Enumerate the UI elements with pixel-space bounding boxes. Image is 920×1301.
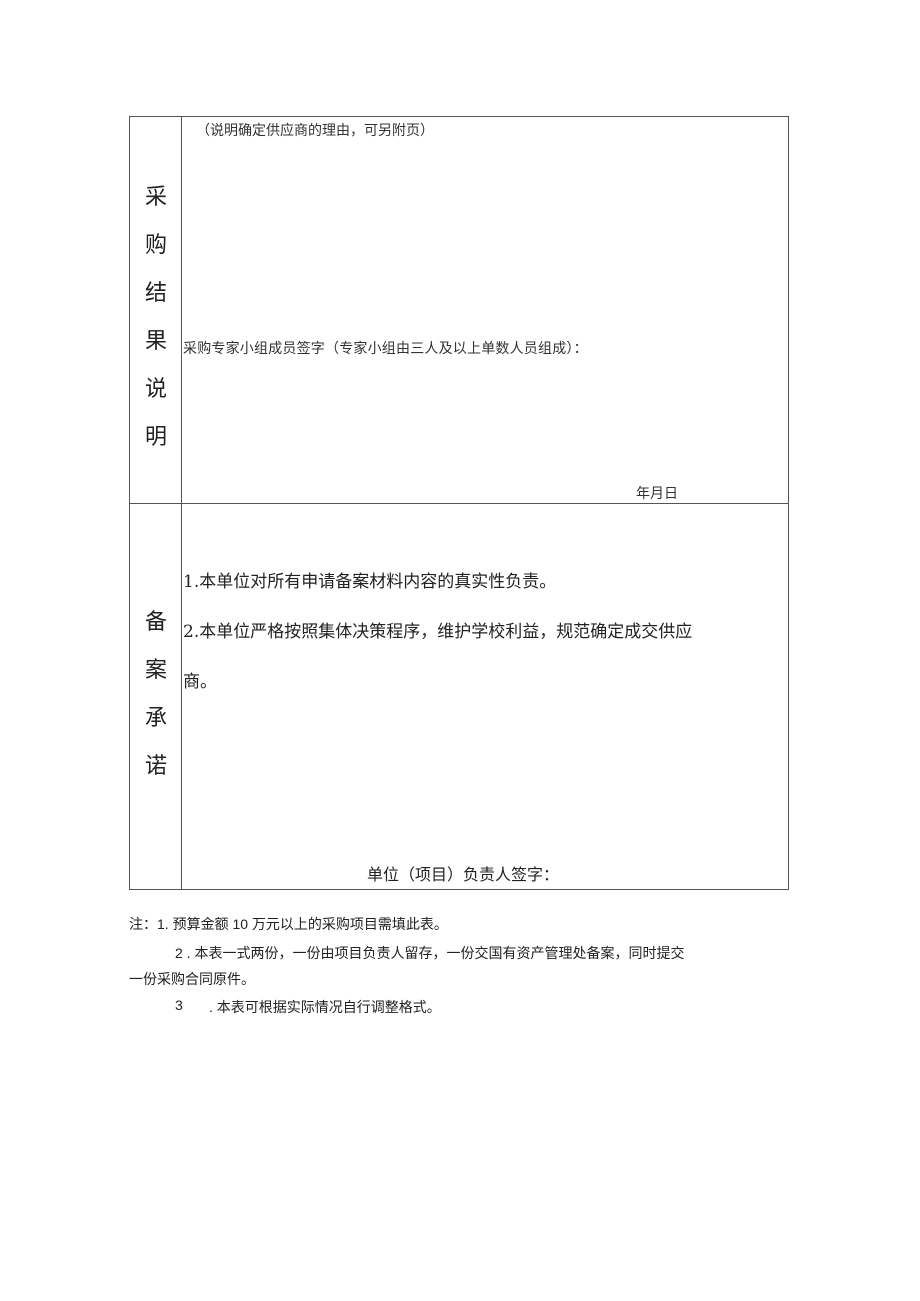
expert-signature-label: 采购专家小组成员签字（专家小组由三人及以上单数人员组成）： (183, 341, 588, 357)
procurement-result-label: 采 购 结 果 说 明 (130, 174, 182, 462)
supplier-reason-instruction: （说明确定供应商的理由，可另附页） (196, 123, 434, 139)
procurement-result-label-cell: 采 购 结 果 说 明 (130, 117, 182, 503)
filing-commitment-label: 备 案 承 诺 (130, 599, 182, 791)
label-char: 备 (144, 610, 167, 635)
label-char: 果 (144, 329, 167, 354)
procurement-result-form-table: 采 购 结 果 说 明 （说明确定供应商的理由，可另附页） 采购专家小组成员签字… (129, 116, 789, 890)
footnote-3: . 本表可根据实际情况自行调整格式。 (209, 999, 441, 1015)
footnote-2-continued: 一份采购合同原件。 (129, 971, 255, 987)
footnote-3-number: 3 (175, 997, 183, 1013)
procurement-result-row: 采 购 结 果 说 明 （说明确定供应商的理由，可另附页） 采购专家小组成员签字… (130, 117, 788, 504)
date-label: 年月日 (636, 486, 678, 502)
document-page: 采 购 结 果 说 明 （说明确定供应商的理由，可另附页） 采购专家小组成员签字… (0, 0, 920, 1301)
leader-signature-label: 单位（项目）负责人签字： (367, 865, 560, 884)
label-char: 采 (144, 185, 167, 210)
procurement-result-content-cell[interactable]: （说明确定供应商的理由，可另附页） 采购专家小组成员签字（专家小组由三人及以上单… (182, 117, 788, 503)
label-char: 案 (144, 658, 167, 683)
filing-commitment-label-cell: 备 案 承 诺 (130, 504, 182, 890)
label-char: 结 (144, 281, 167, 306)
commitment-item-2-continued: 商。 (183, 672, 217, 692)
label-char: 购 (144, 233, 167, 258)
commitment-item-1: 1.本单位对所有申请备案材料内容的真实性负责。 (183, 572, 557, 592)
label-char: 明 (144, 425, 167, 450)
label-char: 承 (144, 706, 167, 731)
footnote-1: 注：1. 预算金额 10 万元以上的采购项目需填此表。 (129, 916, 448, 932)
filing-commitment-row: 备 案 承 诺 1.本单位对所有申请备案材料内容的真实性负责。 2.本单位严格按… (130, 504, 788, 890)
filing-commitment-content-cell[interactable]: 1.本单位对所有申请备案材料内容的真实性负责。 2.本单位严格按照集体决策程序，… (182, 504, 788, 890)
label-char: 诺 (144, 754, 167, 779)
label-char: 说 (144, 377, 167, 402)
footnote-2: 2 . 本表一式两份，一份由项目负责人留存，一份交国有资产管理处备案，同时提交 (175, 945, 685, 961)
commitment-item-2: 2.本单位严格按照集体决策程序，维护学校利益，规范确定成交供应 (183, 622, 693, 642)
